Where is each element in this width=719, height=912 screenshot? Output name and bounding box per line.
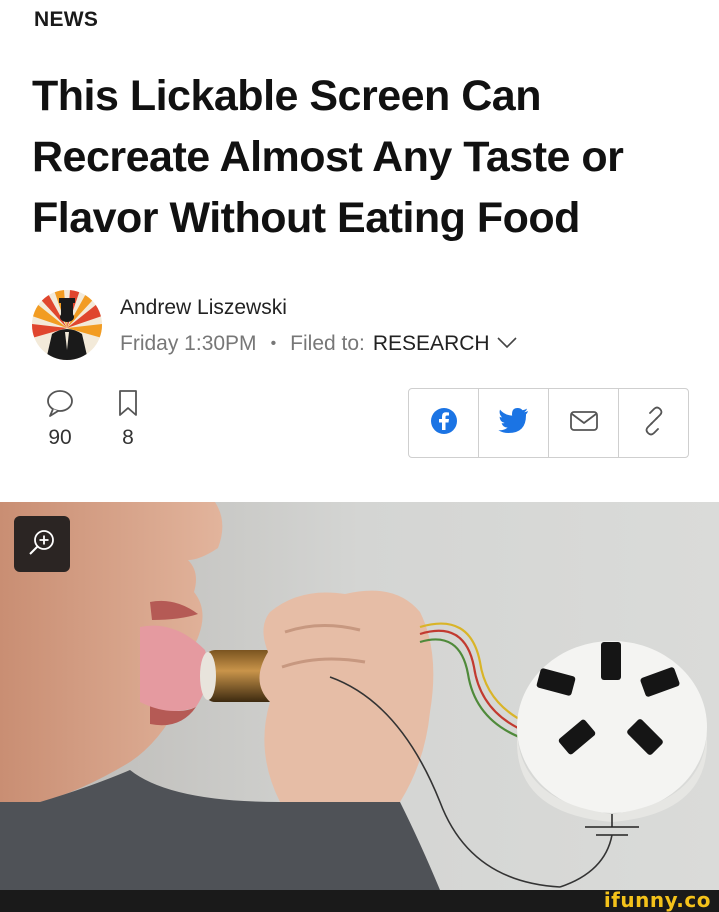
comment-icon[interactable] [40,388,80,418]
share-email-button[interactable] [549,389,619,457]
chevron-down-icon[interactable] [496,332,518,356]
article-meta: Friday 1:30PM • Filed to: RESEARCH [120,332,518,356]
avatar-illustration [32,290,102,360]
share-link-button[interactable] [619,389,688,457]
author-avatar[interactable] [32,290,102,360]
article-headline: This Lickable Screen Can Recreate Almost… [32,72,624,242]
comments-stat[interactable]: 90 [40,388,80,450]
bookmark-count: 8 [122,426,134,449]
category-link[interactable]: RESEARCH [373,332,490,356]
article-photo[interactable] [0,502,719,890]
meta-separator: • [270,335,277,352]
ifunny-watermark: ifunny.co [603,888,711,912]
author-name[interactable]: Andrew Liszewski [120,296,287,320]
zoom-in-icon [27,527,57,562]
share-twitter-button[interactable] [479,389,549,457]
footer-bar: ifunny.co [0,888,719,912]
facebook-icon [429,406,459,441]
zoom-in-button[interactable] [14,516,70,572]
section-label[interactable]: NEWS [34,8,98,32]
twitter-icon [497,407,530,440]
email-icon [569,409,599,438]
filed-to-label: Filed to: [290,332,365,355]
share-bar [408,388,689,458]
share-facebook-button[interactable] [409,389,479,457]
bookmark-icon[interactable] [108,388,148,418]
lickable-device-photo [0,502,719,890]
link-icon [639,406,669,441]
bookmarks-stat[interactable]: 8 [108,388,148,450]
publish-date: Friday 1:30PM [120,332,257,355]
comment-count: 90 [48,426,72,449]
